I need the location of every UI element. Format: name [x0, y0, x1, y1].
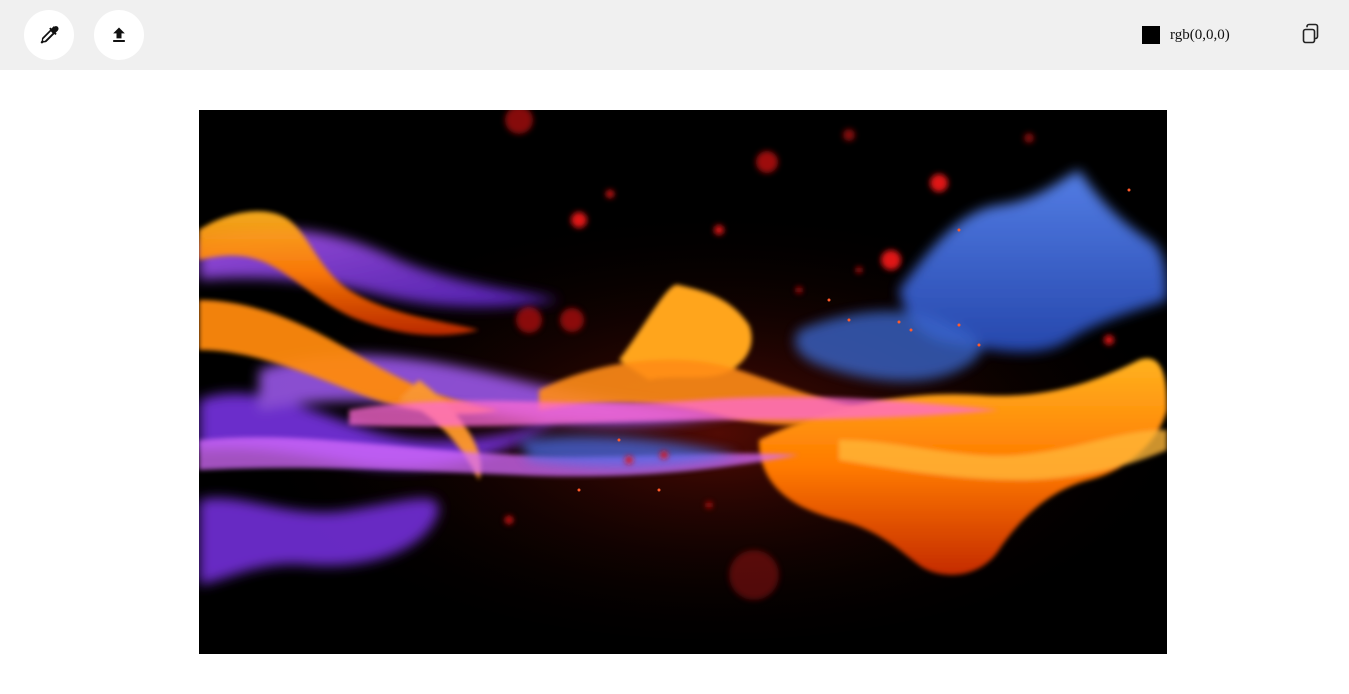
copy-icon [1300, 23, 1320, 48]
upload-icon [109, 25, 129, 45]
color-swatch [1142, 26, 1160, 44]
rgb-value-text: rgb(0,0,0) [1170, 27, 1230, 43]
flame-image[interactable] [199, 110, 1167, 654]
toolbar: rgb(0,0,0) [0, 0, 1349, 70]
eyedropper-button[interactable] [24, 10, 74, 60]
flame-artwork [199, 110, 1167, 654]
eyedropper-icon [38, 24, 60, 46]
picked-color-readout: rgb(0,0,0) [1142, 26, 1230, 44]
copy-button[interactable] [1298, 22, 1322, 48]
upload-button[interactable] [94, 10, 144, 60]
